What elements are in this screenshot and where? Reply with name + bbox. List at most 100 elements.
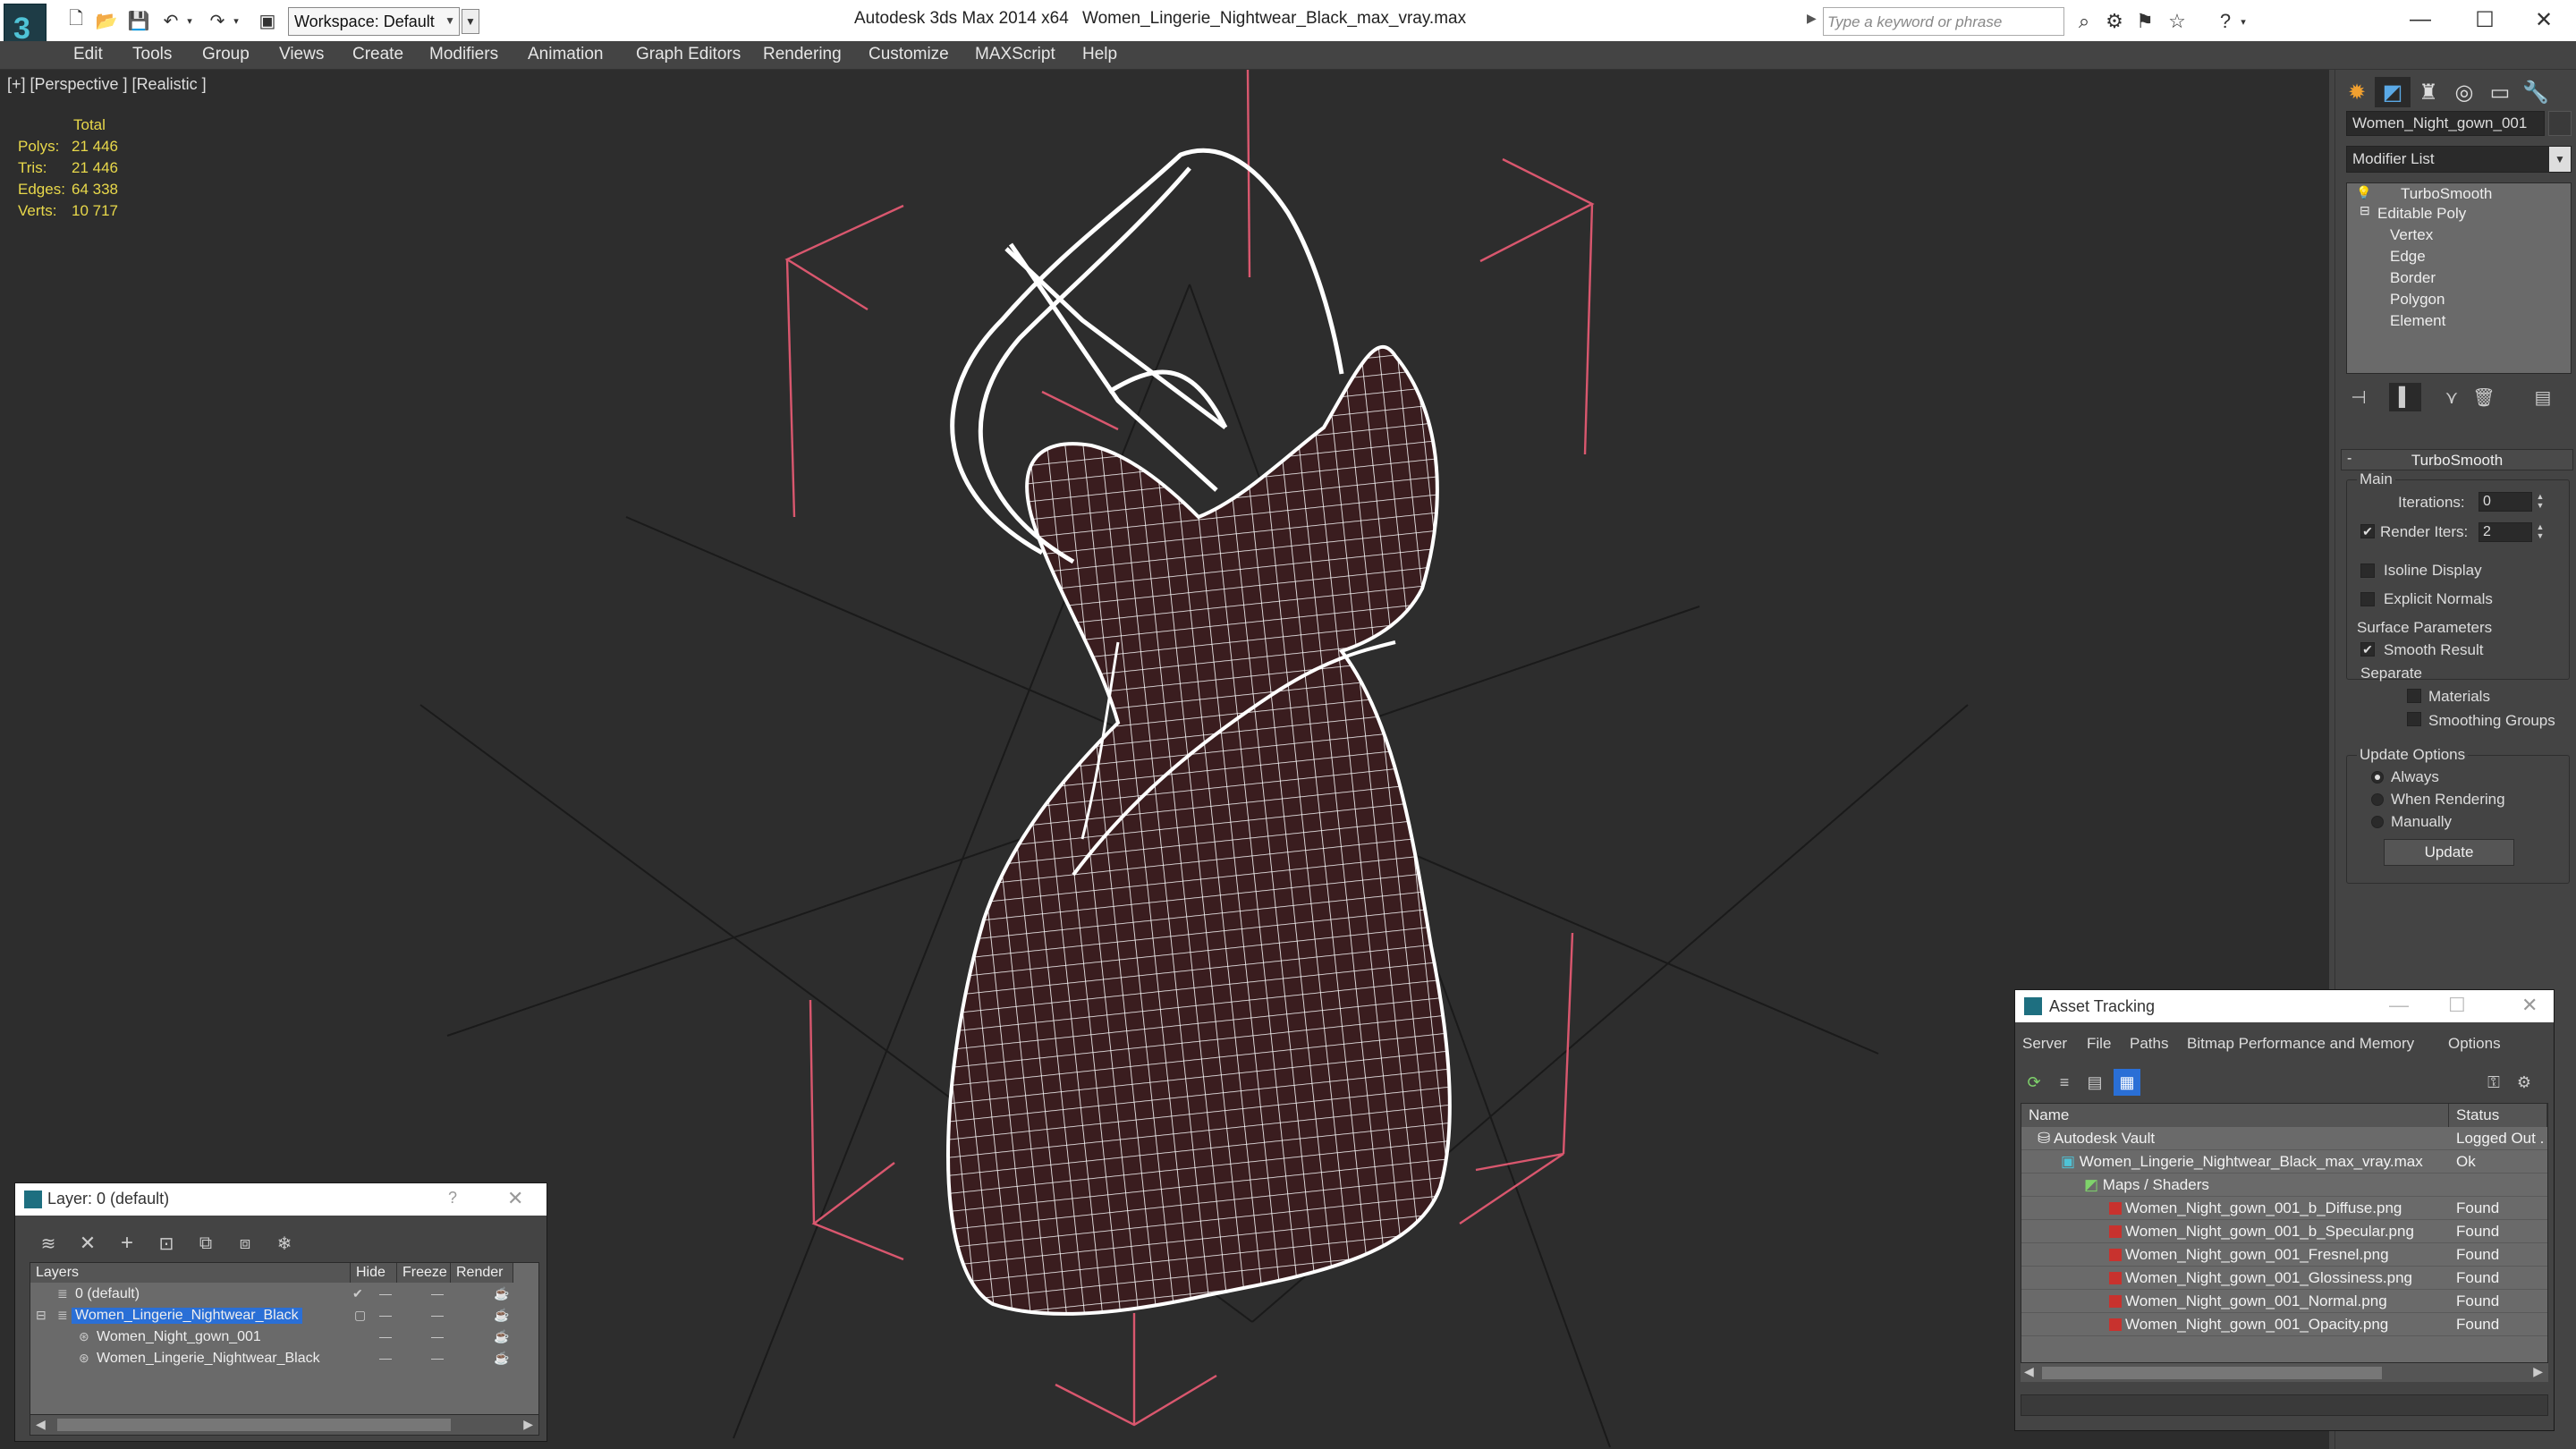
freeze-toggle[interactable]: — (431, 1329, 444, 1343)
new-file-icon[interactable]: 🗋 (63, 8, 89, 33)
make-unique-icon[interactable]: ⋎ (2436, 383, 2468, 411)
workspace-expand-button[interactable]: ▼ (462, 9, 479, 34)
layer-name[interactable]: Women_Lingerie_Nightwear_Black (72, 1308, 302, 1324)
modifier-list-dropdown[interactable]: Modifier List ▼ (2346, 146, 2572, 173)
menu-help[interactable]: Help (1082, 45, 1117, 64)
stack-item-border[interactable]: Border (2390, 269, 2436, 287)
motion-tab-icon[interactable]: ◎ (2446, 77, 2482, 107)
undo-icon[interactable]: ↶ (157, 8, 184, 33)
search-expand-icon[interactable]: ▶ (1807, 11, 1817, 26)
favorites-star-icon[interactable]: ☆ (2163, 8, 2191, 35)
asset-close-button[interactable]: ✕ (2521, 994, 2538, 1017)
hide-toggle[interactable]: — (379, 1286, 392, 1301)
close-button[interactable]: ✕ (2512, 0, 2576, 39)
make-active-box-icon[interactable]: ▢ (354, 1308, 366, 1323)
stack-item-polygon[interactable]: Polygon (2390, 291, 2445, 309)
utilities-tab-wrench-icon[interactable]: 🔧 (2518, 77, 2554, 107)
scroll-right-icon[interactable]: ▶ (523, 1417, 533, 1432)
scroll-left-icon[interactable]: ◀ (36, 1417, 46, 1432)
delete-layer-icon[interactable]: ✕ (72, 1230, 103, 1257)
scroll-thumb[interactable] (2042, 1367, 2382, 1379)
asset-row[interactable]: Women_Night_gown_001_Fresnel.png Found (2021, 1243, 2547, 1267)
scroll-thumb[interactable] (57, 1419, 451, 1431)
always-radio[interactable] (2371, 771, 2384, 784)
table-view-icon[interactable]: ▦ (2114, 1069, 2140, 1096)
vault-help-icon[interactable]: ⚿ (2480, 1069, 2507, 1096)
workspace-dropdown[interactable]: Workspace: Default ▼ (288, 7, 460, 36)
asset-row[interactable]: ▣ Women_Lingerie_Nightwear_Black_max_vra… (2021, 1150, 2547, 1174)
asset-menu-server[interactable]: Server (2022, 1035, 2067, 1053)
update-button[interactable]: Update (2384, 839, 2514, 866)
hide-toggle[interactable]: — (379, 1351, 392, 1365)
object-name-field[interactable]: Women_Night_gown_001 (2346, 111, 2545, 136)
freeze-toggle[interactable]: — (431, 1308, 444, 1322)
asset-row[interactable]: Women_Night_gown_001_b_Diffuse.png Found (2021, 1197, 2547, 1220)
menu-customize[interactable]: Customize (869, 45, 949, 64)
asset-menu-options[interactable]: Options (2448, 1035, 2501, 1053)
render-iters-spinner-arrows[interactable]: ▲ ▼ (2534, 522, 2546, 542)
hide-toggle[interactable]: — (379, 1308, 392, 1322)
render-iters-spinner-field[interactable]: 2 (2479, 522, 2532, 542)
layer-horizontal-scrollbar[interactable]: ◀ ▶ (30, 1414, 539, 1436)
redo-dropdown-icon[interactable]: ▾ (229, 8, 243, 33)
layer-row[interactable]: ⊟ ≣ Women_Lingerie_Nightwear_Black ▢ — —… (30, 1306, 537, 1327)
explicit-normals-checkbox[interactable] (2360, 592, 2375, 606)
save-icon[interactable]: 💾 (125, 8, 152, 33)
freeze-column-header[interactable]: Freeze (397, 1263, 451, 1283)
isoline-display-checkbox[interactable] (2360, 564, 2375, 578)
asset-row[interactable]: Women_Night_gown_001_b_Specular.png Found (2021, 1220, 2547, 1243)
menu-graph-editors[interactable]: Graph Editors (636, 45, 741, 64)
stack-item-turbosmooth[interactable]: TurboSmooth (2401, 185, 2492, 203)
redo-icon[interactable]: ↷ (204, 8, 231, 33)
scroll-left-icon[interactable]: ◀ (2024, 1364, 2034, 1379)
iterations-spinner-arrows[interactable]: ▲ ▼ (2534, 492, 2546, 512)
name-column-header[interactable]: Name (2021, 1104, 2449, 1127)
binoculars-icon[interactable]: ⌕ (2070, 8, 2098, 35)
remove-modifier-icon[interactable]: 🗑 (2468, 383, 2500, 411)
project-folder-icon[interactable]: ▣ (254, 8, 281, 33)
hide-toggle[interactable]: — (379, 1329, 392, 1343)
asset-menu-file[interactable]: File (2087, 1035, 2111, 1053)
layer-row[interactable]: ⊛ Women_Night_gown_001 — — ☕ (30, 1327, 537, 1349)
tree-view-icon[interactable]: ▤ (2081, 1069, 2108, 1096)
collapse-minus-icon[interactable]: ⊟ (2360, 203, 2370, 218)
refresh-icon[interactable]: ⟳ (2021, 1069, 2047, 1096)
freeze-all-layers-icon[interactable]: ❄ (269, 1230, 300, 1257)
layer-dialog-close-button[interactable]: ✕ (507, 1187, 523, 1210)
show-end-result-icon[interactable]: ▌ (2389, 383, 2421, 411)
collapse-minus-icon[interactable]: ⊟ (36, 1308, 47, 1323)
asset-maximize-button[interactable]: ☐ (2448, 994, 2466, 1017)
stack-item-edge[interactable]: Edge (2390, 248, 2426, 266)
smoothing-groups-checkbox[interactable] (2407, 712, 2421, 726)
status-column-header[interactable]: Status (2449, 1104, 2547, 1127)
create-layer-icon[interactable]: ≋ (33, 1230, 64, 1257)
layer-object-name[interactable]: Women_Lingerie_Nightwear_Black (93, 1351, 324, 1367)
viewport-label-menu[interactable]: [+] [Perspective ] [Realistic ] (7, 75, 207, 94)
create-tab-sun-icon[interactable]: ✹ (2339, 77, 2375, 107)
menu-modifiers[interactable]: Modifiers (429, 45, 498, 64)
asset-dialog-titlebar[interactable]: Asset Tracking (2015, 990, 2554, 1022)
configure-modifier-sets-icon[interactable]: ▤ (2527, 383, 2559, 411)
stack-item-element[interactable]: Element (2390, 312, 2445, 330)
hide-all-layers-icon[interactable]: ⧈ (230, 1230, 260, 1257)
hierarchy-tab-icon[interactable]: ♜ (2411, 77, 2446, 107)
when-rendering-radio[interactable] (2371, 793, 2384, 806)
add-to-layer-icon[interactable]: + (112, 1230, 142, 1257)
object-color-swatch[interactable] (2548, 111, 2572, 136)
select-in-layer-icon[interactable]: ⊡ (151, 1230, 182, 1257)
asset-menu-paths[interactable]: Paths (2130, 1035, 2168, 1053)
turbosmooth-rollout-header[interactable]: - TurboSmooth (2341, 449, 2573, 470)
smooth-result-checkbox[interactable]: ✔ (2360, 642, 2375, 657)
pin-stack-icon[interactable]: ⊣ (2343, 383, 2375, 411)
manually-radio[interactable] (2371, 816, 2384, 828)
stack-item-vertex[interactable]: Vertex (2390, 226, 2433, 244)
freeze-toggle[interactable]: — (431, 1286, 444, 1301)
render-teapot-icon[interactable]: ☕ (494, 1351, 509, 1366)
menu-group[interactable]: Group (202, 45, 250, 64)
vault-login-icon[interactable]: ⚙ (2511, 1069, 2538, 1096)
render-teapot-icon[interactable]: ☕ (494, 1329, 509, 1344)
highlight-layer-icon[interactable]: ⧉ (191, 1230, 221, 1257)
lightbulb-icon[interactable]: 💡 (2356, 185, 2371, 200)
open-file-icon[interactable]: 📂 (93, 8, 120, 33)
asset-minimize-button[interactable]: — (2389, 994, 2409, 1017)
